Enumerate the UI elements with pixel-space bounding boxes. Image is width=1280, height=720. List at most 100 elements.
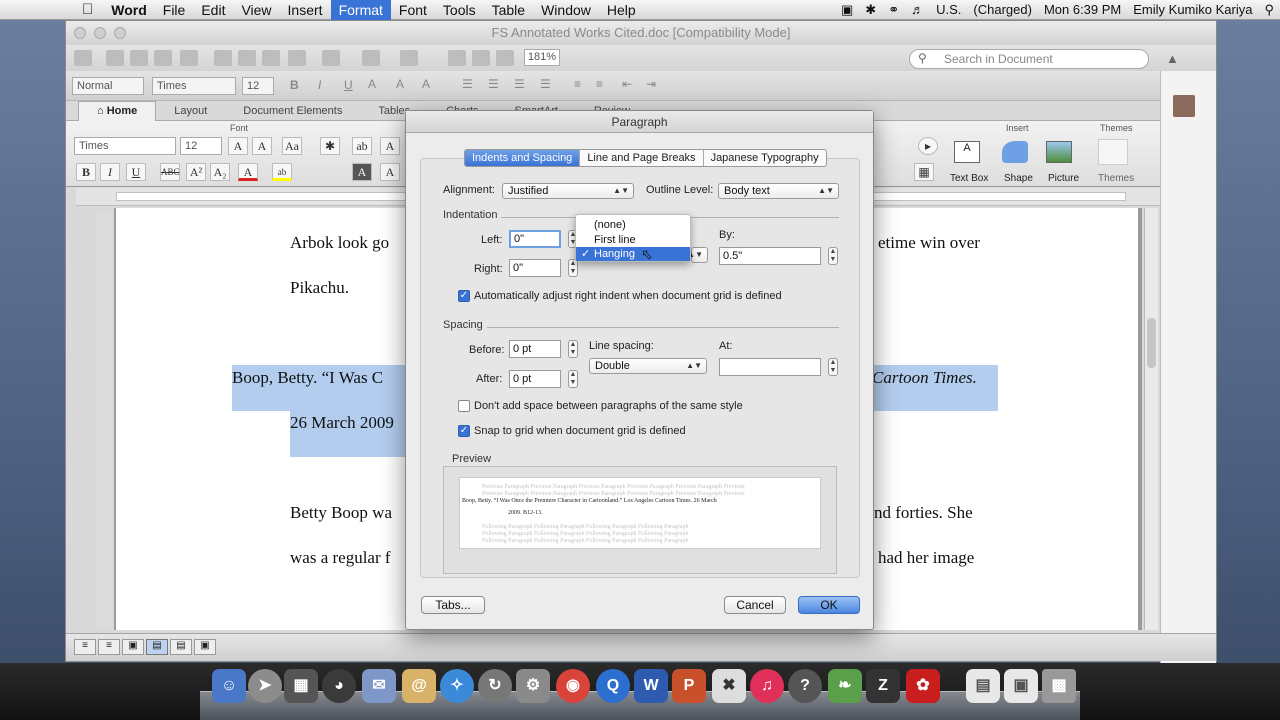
powerpoint-icon[interactable]: P xyxy=(672,669,706,703)
alignment-select[interactable]: Justified ▲▼ xyxy=(502,183,634,199)
save-icon[interactable] xyxy=(154,50,172,66)
paste-icon[interactable] xyxy=(262,50,280,66)
shrink-font-icon[interactable]: A xyxy=(252,137,272,155)
photo-booth-icon[interactable]: ✖ xyxy=(712,669,746,703)
notebook-view-icon[interactable]: ▤ xyxy=(170,639,192,655)
input-source[interactable]: U.S. xyxy=(930,2,967,17)
battery-status[interactable]: (Charged) xyxy=(967,2,1038,17)
menu-font[interactable]: Font xyxy=(391,0,435,20)
tab-home[interactable]: ⌂ Home xyxy=(78,100,157,121)
underline-icon[interactable]: U xyxy=(344,78,353,92)
ribbon-highlight-icon[interactable]: ab xyxy=(272,163,292,181)
character-border-icon[interactable]: A xyxy=(380,137,400,155)
menu-view[interactable]: View xyxy=(233,0,279,20)
full-screen-view-icon[interactable]: ▣ xyxy=(194,639,216,655)
cut-icon[interactable] xyxy=(214,50,232,66)
auto-adjust-checkbox[interactable]: ✓ xyxy=(458,290,470,302)
documents-stack-icon[interactable]: ▤ xyxy=(966,669,1000,703)
format-painter-icon[interactable] xyxy=(288,50,306,66)
ribbon-italic-icon[interactable]: I xyxy=(100,163,120,181)
undo-icon[interactable] xyxy=(322,50,340,66)
themes-label[interactable]: Themes xyxy=(1098,173,1134,184)
menu-app[interactable]: Word xyxy=(103,0,155,20)
copy-icon[interactable] xyxy=(238,50,256,66)
menu-tools[interactable]: Tools xyxy=(435,0,484,20)
menu-edit[interactable]: Edit xyxy=(193,0,233,20)
ribbon-font-color-icon[interactable]: A xyxy=(238,163,258,181)
tab-layout[interactable]: Layout xyxy=(156,105,225,117)
evernote-icon[interactable]: ❧ xyxy=(828,669,862,703)
line-spacing-select[interactable]: Double ▲▼ xyxy=(589,358,707,374)
enclose-character-icon[interactable]: A xyxy=(380,163,400,181)
at-stepper[interactable]: ▲ ▼ xyxy=(828,358,838,376)
character-shading-icon[interactable]: A xyxy=(352,163,372,181)
outline-level-select[interactable]: Body text ▲▼ xyxy=(718,183,839,199)
bullets-icon[interactable]: ≡ xyxy=(574,77,581,91)
menu-file[interactable]: File xyxy=(155,0,194,20)
text-effects-icon[interactable]: A xyxy=(422,77,430,91)
after-input[interactable]: 0 pt xyxy=(509,370,561,388)
align-center-icon[interactable]: ☰ xyxy=(488,77,499,91)
picture-icon[interactable] xyxy=(1046,141,1072,163)
text-box-label[interactable]: Text Box xyxy=(950,173,988,184)
shape-label[interactable]: Shape xyxy=(1004,173,1033,184)
apple-icon[interactable]:  xyxy=(0,0,103,20)
ok-button[interactable]: OK xyxy=(798,596,860,614)
bold-icon[interactable]: B xyxy=(290,78,299,92)
text-box-icon[interactable]: A xyxy=(954,141,980,163)
snap-to-grid-checkbox[interactable]: ✓ xyxy=(458,425,470,437)
subscript-icon[interactable]: A₂ xyxy=(210,163,230,181)
sleep-icon[interactable]: Z xyxy=(866,669,900,703)
tab-indents-and-spacing[interactable]: Indents and Spacing xyxy=(465,150,581,166)
zoom-field[interactable]: 181% xyxy=(524,49,560,66)
style-select[interactable]: Normal xyxy=(72,77,144,95)
menu-option-first-line[interactable]: First line xyxy=(576,233,690,247)
outline-view-icon[interactable]: ≡ xyxy=(98,639,120,655)
new-document-icon[interactable] xyxy=(74,50,92,66)
ribbon-bold-icon[interactable]: B xyxy=(76,163,96,181)
size-select[interactable]: 12 xyxy=(242,77,274,95)
redo-icon[interactable] xyxy=(362,50,380,66)
grow-font-icon[interactable]: A xyxy=(228,137,248,155)
at-input[interactable] xyxy=(719,358,821,376)
sidebar-icon[interactable] xyxy=(400,50,418,66)
before-input[interactable]: 0 pt xyxy=(509,340,561,358)
tabs-button[interactable]: Tabs... xyxy=(421,596,485,614)
align-right-icon[interactable]: ☰ xyxy=(514,77,525,91)
user-name[interactable]: Emily Kumiko Kariya xyxy=(1127,2,1258,17)
picture-label[interactable]: Picture xyxy=(1048,173,1079,184)
chrome-icon[interactable]: ◉ xyxy=(556,669,590,703)
draft-view-icon[interactable]: ≡ xyxy=(74,639,96,655)
decrease-indent-icon[interactable]: ⇤ xyxy=(622,77,632,91)
right-indent-input[interactable]: 0" xyxy=(509,259,561,277)
tab-document-elements[interactable]: Document Elements xyxy=(225,105,360,117)
change-styles-icon[interactable]: ▦ xyxy=(914,163,934,181)
clock[interactable]: Mon 6:39 PM xyxy=(1038,2,1127,17)
superscript-icon[interactable]: A² xyxy=(186,163,206,181)
italic-icon[interactable]: I xyxy=(318,78,321,92)
trash-icon[interactable]: ▩ xyxy=(1042,669,1076,703)
menu-option-hanging[interactable]: ✓ Hanging xyxy=(576,247,690,261)
ribbon-font-select[interactable]: Times xyxy=(74,137,176,155)
justify-icon[interactable]: ☰ xyxy=(540,77,551,91)
expand-icon[interactable]: ▲ xyxy=(1166,51,1179,66)
shape-icon[interactable] xyxy=(1002,141,1028,163)
phonetic-guide-icon[interactable]: ab xyxy=(352,137,372,155)
gallery-next-icon[interactable]: ▸ xyxy=(918,137,938,155)
special-indent-select-arrow[interactable]: ▲▼ xyxy=(687,247,708,263)
dont-add-space-checkbox[interactable] xyxy=(458,400,470,412)
itunes-icon[interactable]: ♫ xyxy=(750,669,784,703)
mail-icon[interactable]: ✉ xyxy=(362,669,396,703)
display-icon[interactable]: ▣ xyxy=(835,2,859,18)
highlight-icon[interactable]: A xyxy=(368,77,376,91)
change-case-icon[interactable]: Aa xyxy=(282,137,302,155)
downloads-stack-icon[interactable]: ▣ xyxy=(1004,669,1038,703)
quicktime-icon[interactable]: Q xyxy=(596,669,630,703)
before-stepper[interactable]: ▲ ▼ xyxy=(568,340,578,358)
themes-icon[interactable] xyxy=(1098,139,1128,165)
zoom-window-icon[interactable] xyxy=(114,27,126,39)
menu-format[interactable]: Format xyxy=(330,0,391,20)
menu-option-none[interactable]: (none) xyxy=(576,218,690,232)
launchpad-icon[interactable]: ➤ xyxy=(248,669,282,703)
templates-icon[interactable] xyxy=(106,50,124,66)
